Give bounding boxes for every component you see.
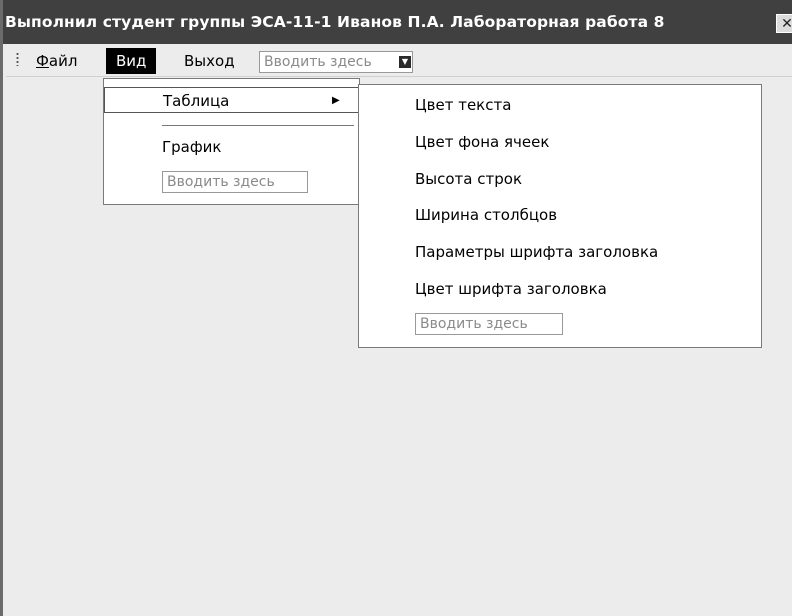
view-menu-type-here-input[interactable]: Вводить здесь <box>162 171 308 193</box>
toolbar-grip-icon[interactable] <box>16 52 19 66</box>
menu-view[interactable]: Вид <box>106 48 157 74</box>
view-menu-item-table[interactable]: Таблица ▶ <box>104 87 359 113</box>
submenu-item-header-font-color[interactable]: Цвет шрифта заголовка <box>415 277 607 301</box>
menu-bar: Файл Вид Выход Вводить здесь ▼ <box>6 44 792 77</box>
dropdown-arrow-icon[interactable]: ▼ <box>399 56 411 68</box>
menu-file[interactable]: Файл <box>26 48 87 74</box>
menubar-type-here-input[interactable]: Вводить здесь ▼ <box>259 51 413 73</box>
menu-separator <box>162 125 354 126</box>
view-menu-item-chart[interactable]: График <box>104 134 359 160</box>
submenu-item-header-font-params[interactable]: Параметры шрифта заголовка <box>415 240 658 264</box>
menu-exit[interactable]: Выход <box>174 48 245 74</box>
menu-file-mnemonic: Ф <box>36 52 49 70</box>
submenu-type-here-input[interactable]: Вводить здесь <box>415 313 563 335</box>
menu-file-label-rest: айл <box>48 52 78 70</box>
view-menu-item-table-label: Таблица <box>163 92 230 110</box>
submenu-item-column-width[interactable]: Ширина столбцов <box>415 203 557 227</box>
table-submenu: Цвет текста Цвет фона ячеек Высота строк… <box>358 84 762 348</box>
view-menu-dropdown: Таблица ▶ График Вводить здесь <box>103 78 360 205</box>
close-button[interactable]: ✕ <box>776 14 792 33</box>
submenu-item-cell-background[interactable]: Цвет фона ячеек <box>415 130 549 154</box>
title-bar[interactable]: Выполнил студент группы ЭСА-11-1 Иванов … <box>3 0 792 44</box>
menubar-type-here-text: Вводить здесь <box>264 54 372 70</box>
submenu-arrow-icon: ▶ <box>332 95 340 106</box>
submenu-item-row-height[interactable]: Высота строк <box>415 167 522 191</box>
window-title: Выполнил студент группы ЭСА-11-1 Иванов … <box>5 13 665 31</box>
submenu-item-text-color[interactable]: Цвет текста <box>415 93 511 117</box>
